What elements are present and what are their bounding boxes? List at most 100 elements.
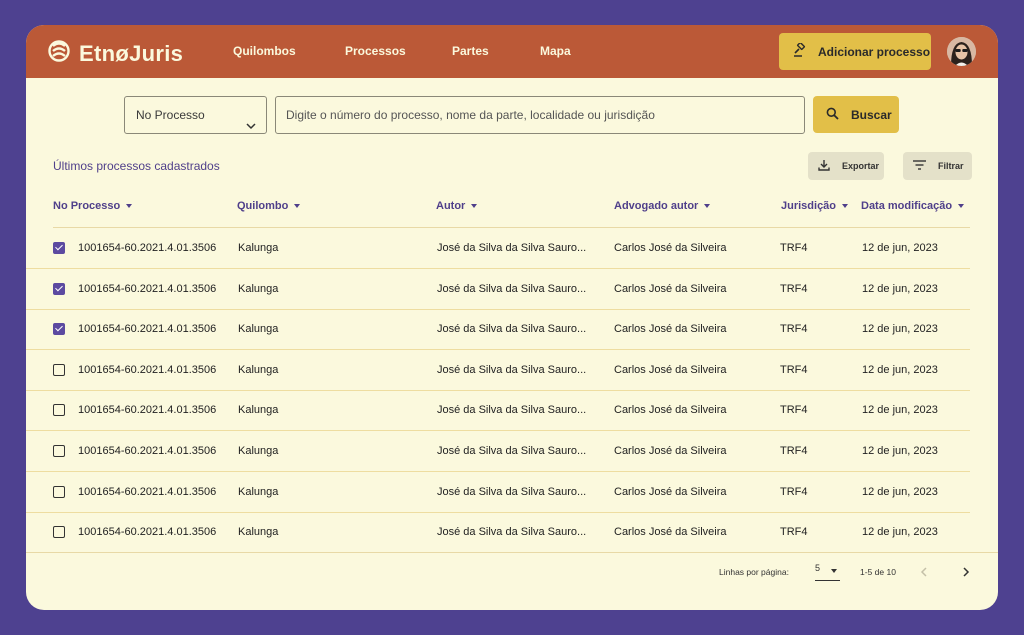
col-header-jurisdicao[interactable]: Jurisdição [781,200,849,212]
col-header-label: Advogado autor [614,200,699,212]
cell-quilombo: Kalunga [238,242,279,254]
cell-quilombo: Kalunga [238,404,279,417]
cell-autor: José da Silva da Silva Sauro... [437,404,587,417]
sort-caret-icon [958,204,965,208]
cell-advogado: Carlos José da Silveira [614,323,727,336]
row-checkbox[interactable] [53,363,65,376]
cell-data: 12 de jun, 2023 [862,404,938,417]
cell-processo: 1001654-60.2021.4.01.3506 [78,485,217,498]
row-checkbox[interactable] [53,282,65,295]
rows-per-page-select[interactable]: 5 [815,563,840,581]
cell-advogado: Carlos José da Silveira [614,445,727,457]
cell-advogado: Carlos José da Silveira [614,363,727,376]
table-row[interactable]: 1001654-60.2021.4.01.3506 Kalunga José da … [26,390,970,432]
table-row[interactable]: 1001654-60.2021.4.01.3506 Kalunga José da … [26,269,970,310]
rows-per-page-label: Linhas por página: [719,567,789,577]
row-checkbox[interactable] [53,485,65,498]
cell-data: 12 de jun, 2023 [862,445,938,457]
cell-advogado: Carlos José da Silveira [614,242,727,254]
cell-advogado: Carlos José da Silveira [614,282,727,295]
cell-autor: José da Silva da Silva Sauro... [437,242,587,254]
logo-icon [48,37,70,70]
search-type-select[interactable]: No Processo [124,96,267,134]
sort-caret-icon [471,204,478,208]
cell-processo: 1001654-60.2021.4.01.3506 [78,363,217,376]
search-input[interactable] [275,96,805,134]
row-checkbox[interactable] [53,445,65,457]
cell-autor: José da Silva da Silva Sauro... [437,485,587,498]
cell-autor: José da Silva da Silva Sauro... [437,323,587,336]
sort-caret-icon [704,204,711,208]
cell-advogado: Carlos José da Silveira [614,404,727,417]
cell-jurisdicao: TRF4 [780,445,808,457]
cell-autor: José da Silva da Silva Sauro... [437,526,587,539]
col-header-data[interactable]: Data modificação [861,200,965,212]
cell-processo: 1001654-60.2021.4.01.3506 [78,323,217,336]
nav-quilombos[interactable]: Quilombos [233,25,296,78]
export-button[interactable]: Exportar [808,152,884,180]
gavel-icon [779,41,818,60]
nav-mapa[interactable]: Mapa [540,25,571,78]
download-icon [808,159,842,173]
col-header-label: Quilombo [237,200,289,212]
table-row[interactable]: 1001654-60.2021.4.01.3506 Kalunga José da … [26,350,970,391]
app-window: EtnøJuris Quilombos Processos Partes Map… [26,25,998,610]
rows-per-page-value: 5 [815,563,821,573]
cell-data: 12 de jun, 2023 [862,363,938,376]
search-type-value: No Processo [136,108,205,122]
footer-divider [26,552,998,553]
brand-logo[interactable]: EtnøJuris [48,37,183,70]
filter-button[interactable]: Filtrar [903,152,972,180]
cell-jurisdicao: TRF4 [780,242,808,254]
cell-data: 12 de jun, 2023 [862,485,938,498]
cell-processo: 1001654-60.2021.4.01.3506 [78,404,217,417]
table-row[interactable]: 1001654-60.2021.4.01.3506 Kalunga José da … [26,472,970,513]
dropdown-caret-icon [831,569,837,573]
cell-data: 12 de jun, 2023 [862,282,938,295]
row-checkbox[interactable] [53,404,65,417]
cell-quilombo: Kalunga [238,526,279,539]
avatar[interactable] [947,37,976,66]
col-header-processo[interactable]: No Processo [53,200,133,212]
row-checkbox[interactable] [53,526,65,539]
cell-processo: 1001654-60.2021.4.01.3506 [78,282,217,295]
sort-caret-icon [842,204,849,208]
cell-data: 12 de jun, 2023 [862,526,938,539]
table-row[interactable]: 1001654-60.2021.4.01.3506 Kalunga José da … [26,512,970,554]
cell-advogado: Carlos José da Silveira [614,485,727,498]
cell-autor: José da Silva da Silva Sauro... [437,282,587,295]
filter-label: Filtrar [938,161,964,171]
chevron-down-icon [246,109,256,145]
pagination-range: 1-5 de 10 [860,567,896,577]
add-process-button[interactable]: Adicionar processo [779,33,931,70]
cell-jurisdicao: TRF4 [780,363,808,376]
cell-quilombo: Kalunga [238,485,279,498]
row-checkbox[interactable] [53,242,65,254]
table-row[interactable]: 1001654-60.2021.4.01.3506 Kalunga José da … [26,228,970,269]
cell-data: 12 de jun, 2023 [862,242,938,254]
col-header-label: Data modificação [861,200,953,212]
chevron-right-icon[interactable] [959,565,973,579]
nav-partes[interactable]: Partes [452,25,489,78]
cell-autor: José da Silva da Silva Sauro... [437,363,587,376]
search-button-label: Buscar [851,107,892,122]
cell-quilombo: Kalunga [238,363,279,376]
chevron-left-icon[interactable] [917,565,931,579]
cell-jurisdicao: TRF4 [780,485,808,498]
table-row[interactable]: 1001654-60.2021.4.01.3506 Kalunga José da … [26,309,970,351]
sort-caret-icon [294,204,301,208]
col-header-quilombo[interactable]: Quilombo [237,200,301,212]
table-row[interactable]: 1001654-60.2021.4.01.3506 Kalunga José da … [26,431,970,472]
search-button[interactable]: Buscar [813,96,899,133]
cell-autor: José da Silva da Silva Sauro... [437,445,587,457]
col-header-advogado[interactable]: Advogado autor [614,200,711,212]
search-icon [813,107,851,123]
col-header-label: Autor [436,200,466,212]
row-checkbox[interactable] [53,323,65,336]
cell-jurisdicao: TRF4 [780,526,808,539]
cell-jurisdicao: TRF4 [780,404,808,417]
cell-quilombo: Kalunga [238,282,279,295]
nav-processos[interactable]: Processos [345,25,406,78]
col-header-autor[interactable]: Autor [436,200,478,212]
add-process-label: Adicionar processo [818,44,931,59]
